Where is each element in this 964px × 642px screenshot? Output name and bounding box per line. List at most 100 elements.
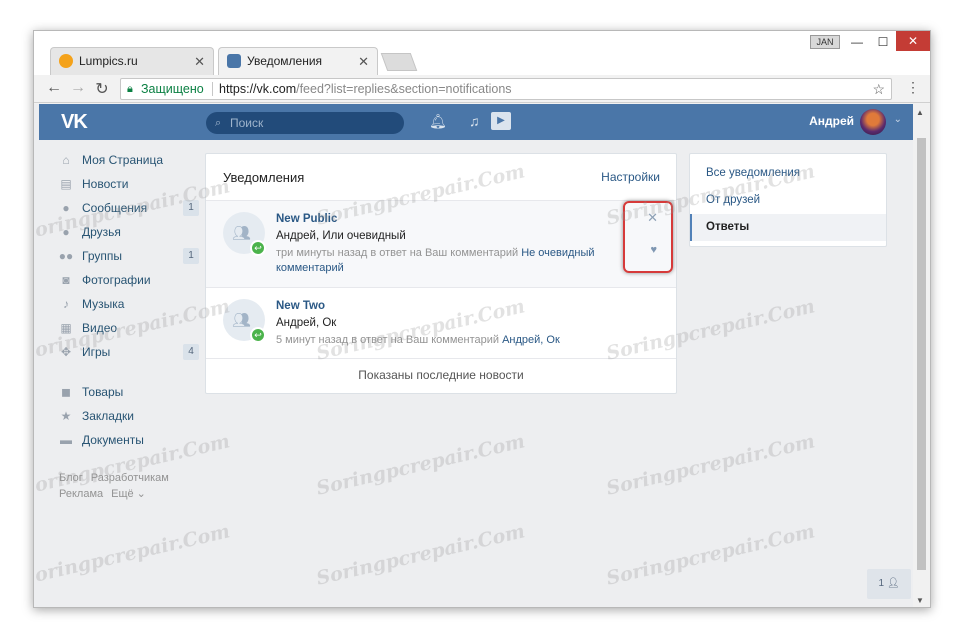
vk-logo[interactable]: VK (61, 111, 88, 134)
chat-count: 1 (878, 578, 885, 589)
sidebar-item-documents[interactable]: ▬ Документы (59, 428, 199, 452)
notification-meta: три минуты назад в ответ на Ваш коммента… (276, 246, 606, 276)
footer-link-developers[interactable]: Разработчикам (91, 472, 169, 484)
annotation-highlight-box (623, 201, 673, 273)
notification-meta: 5 минут назад в ответ на Ваш комментарий… (276, 333, 606, 348)
tab-lumpics[interactable]: Lumpics.ru ✕ (50, 47, 214, 75)
watermark: Soringpcrepair.Com (604, 520, 818, 590)
url-path: /feed?list=replies&section=notifications (296, 82, 512, 96)
sidebar-item-news[interactable]: ▤ Новости (59, 172, 199, 196)
browser-toolbar: ← → ↻ 🔒︎ Защищено https://vk.com/feed?li… (34, 75, 930, 103)
sidebar-item-label: Сообщения (82, 201, 148, 215)
sidebar-item-label: Фотографии (82, 273, 151, 287)
chat-people-button[interactable]: 1 👤︎ (867, 569, 911, 599)
forward-arrow-icon[interactable]: → (68, 79, 88, 97)
camera-icon: ◙ (62, 273, 70, 287)
sidebar-item-photos[interactable]: ◙ Фотографии (59, 268, 199, 292)
title-bar: Lumpics.ru ✕ Уведомления ✕ JAN — ☐ ✕ (34, 31, 930, 75)
sidebar-item-video[interactable]: ▦ Видео (59, 316, 199, 340)
sidebar-item-label: Документы (82, 433, 144, 447)
notification-item[interactable]: 👥︎ ↩ New Two Андрей, Ок 5 минут назад в … (206, 288, 676, 359)
maximize-button[interactable]: ☐ (870, 33, 896, 53)
back-arrow-icon[interactable]: ← (44, 79, 64, 97)
sidebar-item-music[interactable]: ♪ Музыка (59, 292, 199, 316)
sidebar-item-friends[interactable]: ● Друзья (59, 220, 199, 244)
film-icon: ▦ (60, 321, 72, 335)
bookmark-star-icon[interactable]: ☆ (872, 79, 885, 99)
reply-icon: ↩ (250, 327, 266, 343)
scrollbar[interactable]: ▲ ▼ (913, 104, 930, 607)
message-icon: ● (62, 201, 70, 215)
friend-icon: ● (62, 225, 70, 239)
group-avatar[interactable]: 👥︎ ↩ (223, 212, 266, 256)
scroll-down-icon[interactable]: ▼ (916, 596, 924, 605)
news-icon: ▤ (60, 177, 72, 191)
filter-replies[interactable]: Ответы (690, 214, 886, 241)
group-avatar[interactable]: 👥︎ ↩ (223, 299, 266, 343)
music-note-icon[interactable]: ♫ (469, 113, 480, 129)
sidebar-item-games[interactable]: ✥ Игры 4 (59, 340, 199, 364)
sidebar-item-my-page[interactable]: ⌂ Моя Страница (59, 148, 199, 172)
footer-link-ads[interactable]: Реклама (59, 488, 103, 500)
sidebar-item-label: Закладки (82, 409, 134, 423)
scroll-thumb[interactable] (917, 138, 926, 570)
filter-all-notifications[interactable]: Все уведомления (690, 160, 886, 187)
watermark: Soringpcrepair.Com (604, 430, 818, 500)
vk-favicon-icon (227, 54, 241, 68)
close-window-button[interactable]: ✕ (896, 31, 930, 51)
sidebar-item-label: Новости (82, 177, 129, 191)
new-tab-button[interactable] (380, 53, 418, 71)
url-host: https://vk.com (219, 82, 297, 96)
notification-time: 5 минут назад в ответ на Ваш комментарий (276, 334, 500, 346)
username[interactable]: Андрей (809, 114, 854, 128)
window-user-badge: JAN (810, 35, 840, 49)
avatar[interactable] (860, 109, 886, 135)
sidebar-item-label: Игры (82, 345, 111, 359)
notification-time: три минуты назад в ответ на Ваш коммента… (276, 247, 519, 259)
chevron-down-icon[interactable]: ⌄ (894, 114, 902, 125)
menu-dots-icon[interactable]: ⋮ (906, 79, 920, 96)
reply-icon: ↩ (250, 240, 266, 256)
count-badge: 4 (183, 344, 199, 360)
play-icon[interactable]: ▶ (491, 112, 511, 130)
count-badge: 1 (183, 248, 199, 264)
bell-icon[interactable]: 🔔︎ (429, 113, 447, 130)
notification-source[interactable]: New Two (276, 300, 325, 312)
minimize-button[interactable]: — (844, 33, 870, 53)
tab-close-icon[interactable]: ✕ (194, 54, 205, 70)
sidebar-item-goods[interactable]: ◼ Товары (59, 380, 199, 404)
reload-icon[interactable]: ↻ (92, 79, 112, 99)
sidebar-footer: Блог Разработчикам Реклама Ещё ⌄ (59, 470, 199, 502)
footer-link-more[interactable]: Ещё ⌄ (111, 488, 146, 500)
sidebar-item-bookmarks[interactable]: ★ Закладки (59, 404, 199, 428)
scroll-up-icon[interactable]: ▲ (916, 108, 924, 117)
address-bar[interactable]: 🔒︎ Защищено https://vk.com/feed?list=rep… (120, 78, 892, 100)
search-icon: ⌕ (215, 117, 222, 129)
search-input[interactable]: ⌕ Поиск (206, 112, 404, 134)
settings-link[interactable]: Настройки (601, 170, 660, 184)
notification-source[interactable]: New Public (276, 213, 337, 225)
sidebar-item-messages[interactable]: ● Сообщения 1 (59, 196, 199, 220)
notification-item[interactable]: 👥︎ ↩ New Public Андрей, Или очевидный тр… (206, 201, 676, 288)
sidebar-item-label: Музыка (82, 297, 125, 311)
secure-label: Защищено (141, 82, 204, 96)
filter-from-friends[interactable]: От друзей (690, 187, 886, 214)
notification-filter-menu: Все уведомления От друзей Ответы (689, 153, 887, 247)
sidebar-item-label: Моя Страница (82, 153, 164, 167)
tab-close-icon[interactable]: ✕ (358, 54, 369, 70)
watermark: Soringpcrepair.Com (314, 520, 528, 590)
search-placeholder: Поиск (230, 116, 264, 130)
sidebar-item-label: Товары (82, 385, 124, 399)
notification-text: Андрей, Ок (276, 317, 337, 329)
lumpics-favicon-icon (59, 54, 73, 68)
comment-link[interactable]: Андрей, Ок (502, 334, 560, 346)
notification-text: Андрей, Или очевидный (276, 230, 406, 242)
footer-link-blog[interactable]: Блог (59, 472, 83, 484)
tab-notifications[interactable]: Уведомления ✕ (218, 47, 378, 75)
sidebar-item-label: Друзья (82, 225, 121, 239)
document-icon: ▬ (60, 433, 72, 447)
sidebar-item-groups[interactable]: ●● Группы 1 (59, 244, 199, 268)
page-title: Уведомления (223, 170, 305, 185)
bag-icon: ◼ (61, 385, 71, 399)
music-icon: ♪ (63, 297, 69, 311)
